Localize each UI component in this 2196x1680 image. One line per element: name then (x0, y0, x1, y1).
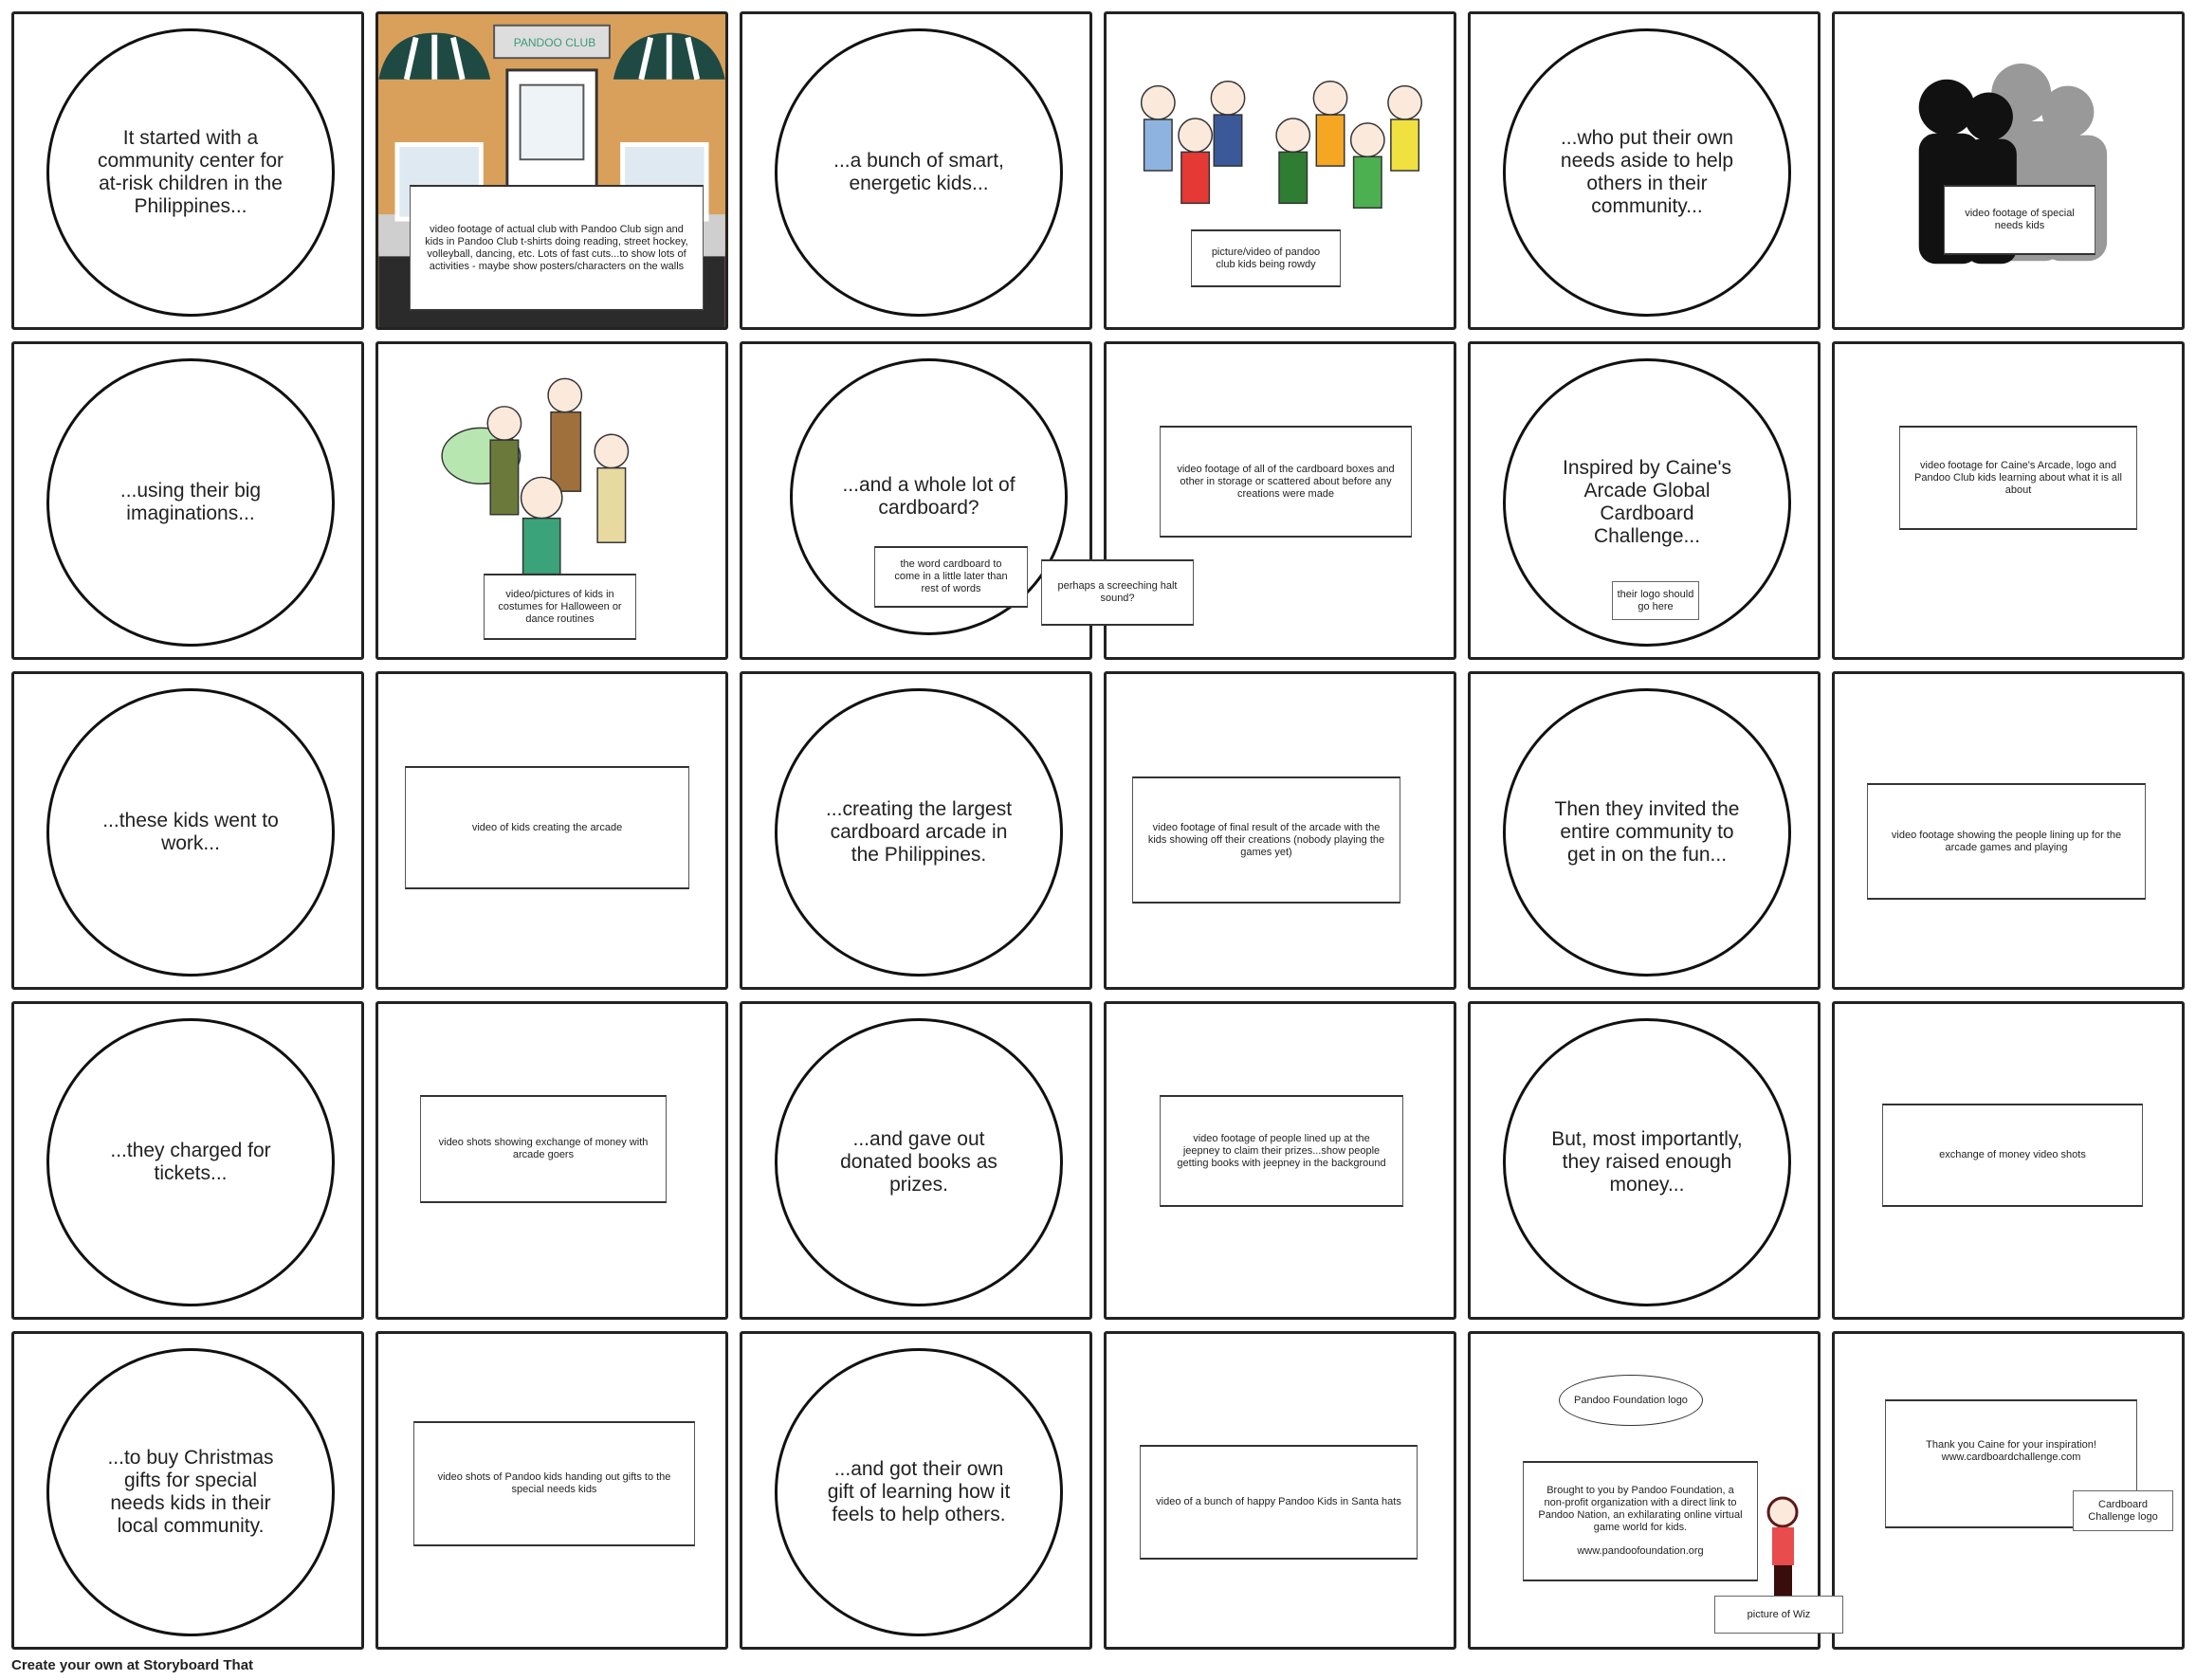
caption-box: video footage of actual club with Pandoo… (410, 185, 704, 311)
panel-18: video footage showing the people lining … (1832, 671, 2185, 990)
caption-box: exchange of money video shots (1882, 1104, 2143, 1207)
panel-9: ...and a whole lot of cardboard? the wor… (740, 341, 1194, 660)
narration-circle: It started with a community center for a… (46, 28, 335, 317)
wiz-picture-placeholder: picture of Wiz (1714, 1596, 1843, 1634)
caption-box: picture/video of pandoo club kids being … (1191, 229, 1341, 287)
storyboard-that-footer-link[interactable]: Create your own at Storyboard That (11, 1657, 253, 1673)
panel-4: picture/video of pandoo club kids being … (1104, 11, 1456, 330)
panel-13: ...these kids went to work... (11, 671, 364, 990)
pandoo-foundation-url: www.pandoofoundation.org (1577, 1545, 1704, 1557)
narration-circle: ...and gave out donated books as prizes. (775, 1018, 1063, 1306)
caption-box: video footage of all of the cardboard bo… (1160, 426, 1412, 538)
panel-11: Inspired by Caine's Arcade Global Cardbo… (1468, 341, 1821, 660)
cardboard-challenge-logo-placeholder: Cardboard Challenge logo (2073, 1490, 2173, 1531)
panel-5: ...who put their own needs aside to help… (1468, 11, 1821, 330)
panel-23: But, most importantly, they raised enoug… (1468, 1001, 1821, 1320)
panel-24: exchange of money video shots (1832, 1001, 2185, 1320)
caption-box: video footage showing the people lining … (1867, 783, 2146, 900)
caption-box: video of a bunch of happy Pandoo Kids in… (1140, 1445, 1418, 1560)
logo-placeholder-box: their logo should go here (1612, 581, 1699, 620)
caption-box: video footage for Caine's Arcade, logo a… (1899, 426, 2137, 530)
narration-circle: Then they invited the entire community t… (1503, 688, 1791, 977)
cardboard-challenge-url: www.cardboardchallenge.com (1941, 1452, 2081, 1463)
panel-20: video shots showing exchange of money wi… (375, 1001, 728, 1320)
panel-3: ...a bunch of smart, energetic kids... (740, 11, 1092, 330)
wiz-character-illustration (1766, 1496, 1799, 1596)
panel-8: video/pictures of kids in costumes for H… (375, 341, 728, 660)
panel-2: PANDOO CLUB video footage of actual club… (375, 11, 728, 330)
caption-box: video/pictures of kids in costumes for H… (484, 574, 636, 640)
panel-27: ...and got their own gift of learning ho… (740, 1331, 1092, 1650)
panel-12: video footage for Caine's Arcade, logo a… (1832, 341, 2185, 660)
panel-30: Thank you Caine for your inspiration! ww… (1832, 1331, 2185, 1650)
panel-14: video of kids creating the arcade (375, 671, 728, 990)
note-box: the word cardboard to come in a little l… (874, 546, 1028, 608)
pandoo-foundation-logo-placeholder: Pandoo Foundation logo (1559, 1375, 1703, 1426)
panel-21: ...and gave out donated books as prizes. (740, 1001, 1092, 1320)
panel-25: ...to buy Christmas gifts for special ne… (11, 1331, 364, 1650)
panel-16: video footage of final result of the arc… (1104, 671, 1456, 990)
pandoo-club-sign: PANDOO CLUB (513, 35, 596, 49)
silhouettes-illustration (1918, 64, 2108, 265)
panel-15: ...creating the largest cardboard arcade… (740, 671, 1092, 990)
narration-circle: ...who put their own needs aside to help… (1503, 28, 1791, 317)
panel-1: It started with a community center for a… (11, 11, 364, 330)
panel-26: video shots of Pandoo kids handing out g… (375, 1331, 728, 1650)
narration-circle: But, most importantly, they raised enoug… (1503, 1018, 1791, 1306)
caption-box: video footage of special needs kids (1944, 185, 2095, 255)
panel-22: video footage of people lined up at the … (1104, 1001, 1456, 1320)
caption-box: video shots of Pandoo kids handing out g… (413, 1421, 695, 1546)
panel-19: ...they charged for tickets... (11, 1001, 364, 1320)
narration-circle: ...a bunch of smart, energetic kids... (775, 28, 1063, 317)
narration-circle: ...creating the largest cardboard arcade… (775, 688, 1063, 977)
panel-7: ...using their big imaginations... (11, 341, 364, 660)
narration-circle: ...they charged for tickets... (46, 1018, 335, 1306)
narration-circle: ...these kids went to work... (46, 688, 335, 977)
narration-circle: ...to buy Christmas gifts for special ne… (46, 1348, 335, 1636)
caption-text: Thank you Caine for your inspiration! (1926, 1439, 2096, 1451)
panel-29: Pandoo Foundation logo Brought to you by… (1468, 1331, 1843, 1650)
caption-box: video of kids creating the arcade (405, 766, 689, 889)
caption-box: video footage of people lined up at the … (1160, 1095, 1403, 1207)
panel-28: video of a bunch of happy Pandoo Kids in… (1104, 1331, 1456, 1650)
caption-box: video shots showing exchange of money wi… (420, 1095, 667, 1203)
caption-box: video footage of final result of the arc… (1132, 776, 1400, 904)
caption-box: Brought to you by Pandoo Foundation, a n… (1523, 1461, 1758, 1581)
note-box: perhaps a screeching halt sound? (1041, 559, 1194, 626)
narration-circle: ...and got their own gift of learning ho… (775, 1348, 1063, 1636)
panel-17: Then they invited the entire community t… (1468, 671, 1821, 990)
panel-6: video footage of special needs kids (1832, 11, 2185, 330)
narration-circle: ...using their big imaginations... (46, 358, 335, 647)
caption-text: Brought to you by Pandoo Foundation, a n… (1538, 1485, 1743, 1533)
